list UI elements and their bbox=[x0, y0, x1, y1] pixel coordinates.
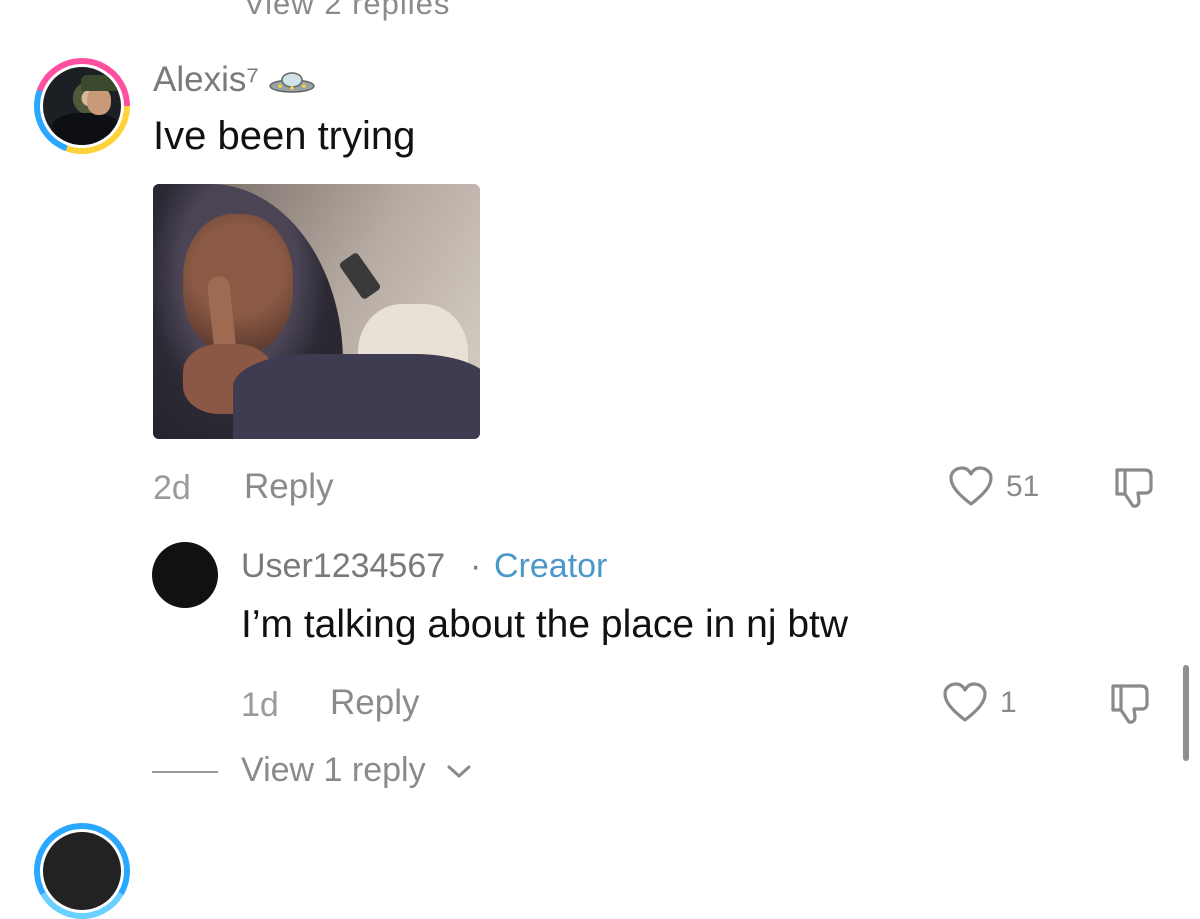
reply-text: I’m talking about the place in nj btw bbox=[241, 603, 849, 646]
reply-button[interactable]: Reply bbox=[244, 467, 333, 507]
reply-button[interactable]: Reply bbox=[330, 683, 419, 723]
dislike-icon[interactable] bbox=[1111, 466, 1157, 510]
view-replies-cut-text[interactable]: View 2 replies bbox=[244, 0, 450, 22]
scrollbar[interactable] bbox=[1183, 665, 1189, 761]
next-comment-avatar[interactable] bbox=[34, 823, 130, 919]
replies-divider bbox=[152, 771, 218, 773]
reply-avatar[interactable] bbox=[152, 542, 218, 608]
like-count: 1 bbox=[1000, 686, 1017, 719]
reply-username[interactable]: User1234567 bbox=[241, 547, 445, 586]
view-replies-button[interactable]: View 1 reply bbox=[241, 751, 426, 790]
reply-timestamp: 1d bbox=[241, 686, 279, 724]
comment-timestamp: 2d bbox=[153, 469, 191, 507]
comment-text: Ive been trying bbox=[153, 114, 416, 158]
username-separator: · bbox=[470, 547, 482, 585]
chevron-down-icon[interactable] bbox=[446, 764, 472, 780]
like-count: 51 bbox=[1006, 470, 1040, 503]
dislike-icon[interactable] bbox=[1107, 682, 1153, 726]
creator-badge: Creator bbox=[494, 547, 608, 585]
ufo-emoji-icon bbox=[269, 72, 315, 93]
heart-icon[interactable] bbox=[948, 466, 994, 508]
avatar[interactable] bbox=[34, 58, 130, 154]
heart-icon[interactable] bbox=[942, 682, 988, 724]
comment-username[interactable]: Alexis⁷ bbox=[153, 60, 259, 100]
comment-image[interactable] bbox=[153, 184, 480, 439]
